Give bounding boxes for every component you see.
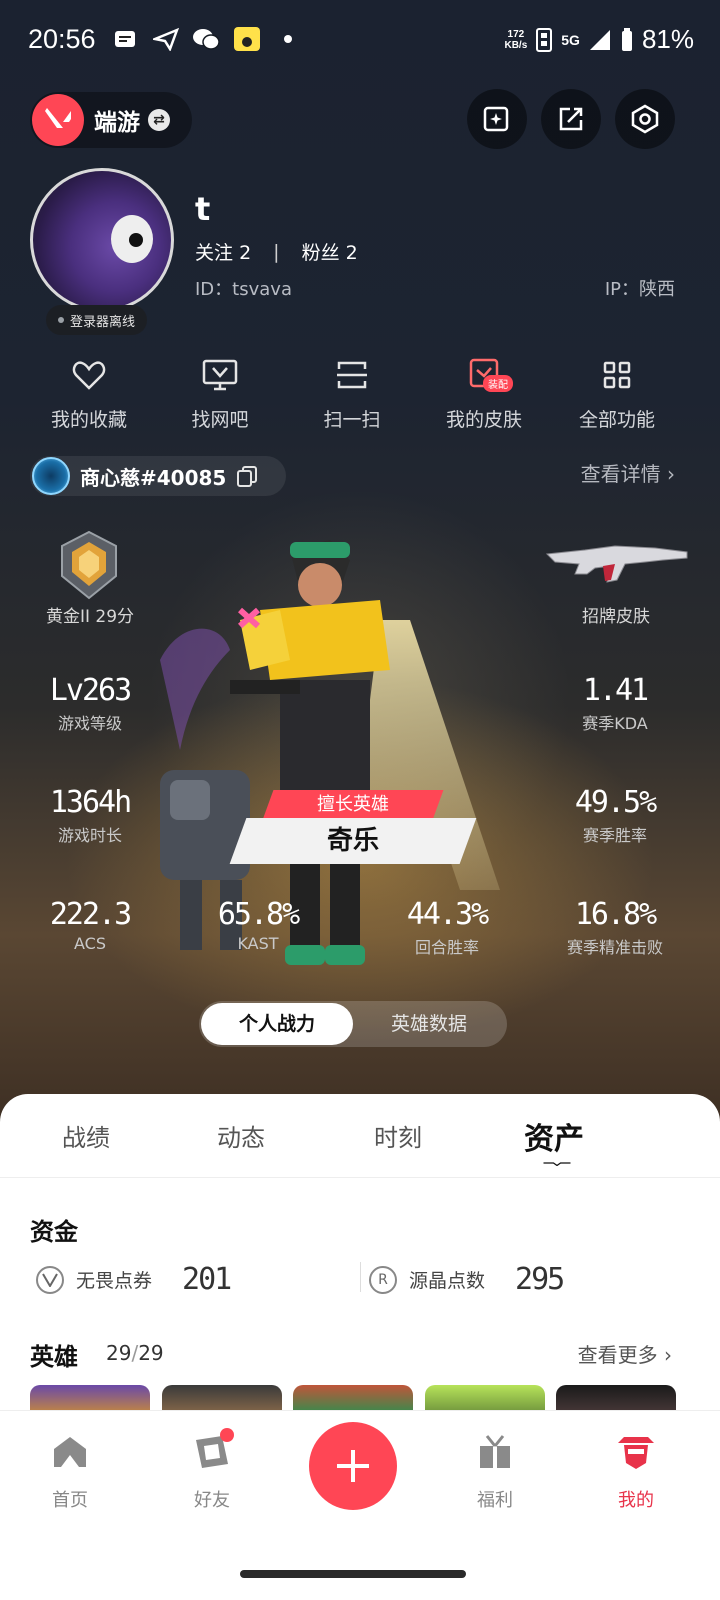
gift-icon xyxy=(445,1432,545,1472)
player-card-icon xyxy=(32,457,70,495)
nav-welfare[interactable]: 福利 xyxy=(445,1432,545,1512)
heart-icon xyxy=(24,355,154,395)
vp-icon xyxy=(36,1265,64,1294)
more-notifications-dot xyxy=(282,26,294,52)
chevron-right-icon: › xyxy=(667,462,675,486)
create-post-button[interactable] xyxy=(309,1422,397,1510)
stat-round-winrate: 44.3% 回合胜率 xyxy=(406,897,489,957)
valorant-points: 无畏点券 201 xyxy=(36,1262,232,1297)
net-speed: 172 KB/s xyxy=(504,28,528,51)
menu-skins[interactable]: 装配 我的皮肤 xyxy=(419,355,549,432)
nav-friends[interactable]: 好友 xyxy=(162,1428,262,1512)
stat-kda: 1.41 赛季KDA xyxy=(582,673,649,733)
menu-all-functions[interactable]: 全部功能 xyxy=(552,355,682,432)
share-icon xyxy=(559,107,583,131)
nav-home[interactable]: 首页 xyxy=(20,1432,120,1512)
username: t xyxy=(195,190,211,228)
card-sparkle-icon xyxy=(483,106,509,132)
rank-label: 黄金II 29分 xyxy=(45,607,135,627)
equip-badge: 装配 xyxy=(483,375,513,392)
tab-moments[interactable]: 时刻 xyxy=(374,1118,422,1153)
currency-divider xyxy=(360,1262,361,1292)
stat-kast: 65.8% KAST xyxy=(217,897,300,953)
share-button[interactable] xyxy=(541,89,601,149)
toggle-hero-data[interactable]: 英雄数据 xyxy=(353,1003,505,1045)
stats-mode-toggle: 个人战力 英雄数据 xyxy=(199,1001,507,1047)
fans-link[interactable]: 粉丝 2 xyxy=(302,238,358,265)
launcher-status-badge: 登录器离线 xyxy=(46,305,148,335)
signature-skin-rifle-icon[interactable] xyxy=(545,540,690,590)
profile-tabs: 战绩 动态 时刻 资产 xyxy=(0,1094,720,1178)
active-tab-indicator xyxy=(543,1162,571,1166)
home-indicator[interactable] xyxy=(240,1570,466,1578)
chevron-right-icon: › xyxy=(664,1343,672,1367)
skin-icon: 装配 xyxy=(419,355,549,395)
sim-icon xyxy=(536,27,553,52)
view-details-link[interactable]: 查看详情 › xyxy=(581,458,675,487)
user-id: ID：tsvava xyxy=(195,279,292,300)
scan-icon xyxy=(287,355,417,395)
main-agent-tag: 擅长英雄 xyxy=(262,790,444,820)
battery-percent: 81% xyxy=(641,24,694,54)
stat-winrate: 49.5% 赛季胜率 xyxy=(574,785,657,845)
nav-mine[interactable]: 我的 xyxy=(586,1432,686,1512)
menu-scan[interactable]: 扫一扫 xyxy=(287,355,417,432)
radianite-points: R 源晶点数 295 xyxy=(369,1262,565,1297)
funds-title: 资金 xyxy=(30,1218,78,1246)
friends-notification-dot xyxy=(220,1428,234,1442)
plus-icon xyxy=(337,1450,369,1482)
home-icon xyxy=(20,1432,120,1472)
monitor-icon xyxy=(155,355,285,395)
settings-button[interactable] xyxy=(615,89,675,149)
toggle-personal-power[interactable]: 个人战力 xyxy=(201,1003,353,1045)
tab-records[interactable]: 战绩 xyxy=(62,1118,110,1153)
heroes-title: 英雄 xyxy=(30,1343,78,1371)
menu-find-cafe[interactable]: 找网吧 xyxy=(155,355,285,432)
send-icon xyxy=(152,26,180,52)
valorant-logo-icon xyxy=(32,94,84,146)
tab-activity[interactable]: 动态 xyxy=(217,1118,265,1153)
riot-id-chip[interactable]: 商心慈#40085 xyxy=(30,456,286,496)
radianite-icon: R xyxy=(369,1265,397,1294)
hexagon-settings-icon xyxy=(631,104,659,134)
wechat-icon xyxy=(190,26,222,52)
heroes-count: 29/29 xyxy=(106,1341,164,1365)
main-agent-name[interactable]: 奇乐 xyxy=(229,818,477,864)
game-switch-button[interactable]: 端游 ⇄ xyxy=(30,92,192,148)
stat-level: Lv263 游戏等级 xyxy=(49,673,132,733)
swap-icon: ⇄ xyxy=(148,109,170,131)
signal-icon xyxy=(589,29,610,50)
card-edit-button[interactable] xyxy=(467,89,527,149)
view-more-link[interactable]: 查看更多 › xyxy=(578,1339,672,1368)
stat-hours: 1364h 游戏时长 xyxy=(49,785,132,845)
tab-assets[interactable]: 资产 xyxy=(524,1114,584,1158)
gold-rank-icon xyxy=(61,530,117,600)
follow-stats: 关注 2 | 粉丝 2 xyxy=(195,238,358,265)
avatar[interactable] xyxy=(30,168,174,312)
friends-icon xyxy=(162,1428,262,1472)
ip-location: IP：陕西 xyxy=(604,279,675,300)
stat-acs: 222.3 ACS xyxy=(49,897,132,953)
message-icon xyxy=(112,26,138,52)
following-link[interactable]: 关注 2 xyxy=(195,238,251,265)
game-name: 端游 xyxy=(94,110,140,136)
grid-icon xyxy=(552,355,682,395)
signature-skin-label: 招牌皮肤 xyxy=(582,607,650,627)
battery-icon xyxy=(621,27,632,51)
status-bar: 20:56 172 KB/s 5G 81% xyxy=(0,0,720,80)
stat-headshot: 16.8% 赛季精准击败 xyxy=(566,897,663,957)
profile-agent-icon xyxy=(586,1432,686,1472)
app-notification-icon xyxy=(232,26,262,52)
copy-icon[interactable] xyxy=(236,465,258,487)
menu-favorites[interactable]: 我的收藏 xyxy=(24,355,154,432)
network-type: 5G xyxy=(561,31,580,48)
status-time: 20:56 xyxy=(28,24,96,54)
riot-id-name: 商心慈#40085 xyxy=(80,465,227,490)
